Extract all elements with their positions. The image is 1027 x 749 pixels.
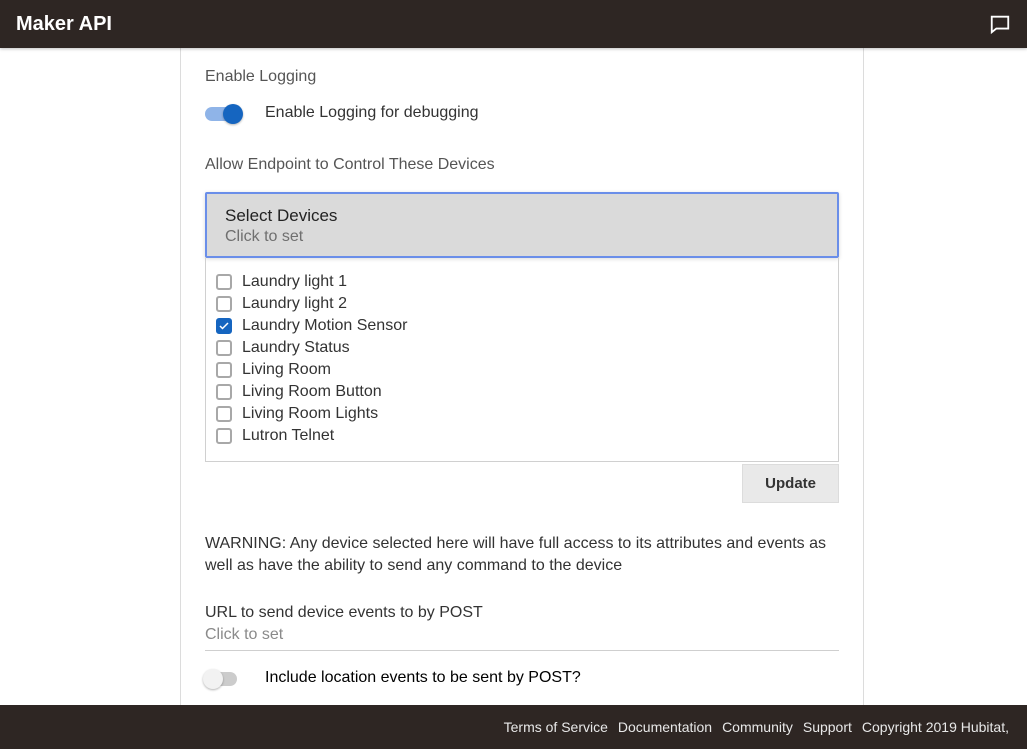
warning-text: WARNING: Any device selected here will h… bbox=[205, 533, 839, 578]
settings-panel: Enable Logging Enable Logging for debugg… bbox=[180, 48, 864, 705]
checkbox[interactable] bbox=[216, 296, 232, 312]
device-item-label: Laundry Status bbox=[242, 339, 350, 357]
enable-logging-toggle[interactable] bbox=[205, 104, 241, 122]
device-item-label: Living Room Lights bbox=[242, 405, 378, 423]
footer-link-terms[interactable]: Terms of Service bbox=[504, 719, 608, 735]
select-devices-sub: Click to set bbox=[225, 228, 819, 246]
device-item-label: Laundry light 2 bbox=[242, 295, 347, 313]
checkbox[interactable] bbox=[216, 428, 232, 444]
footer-copyright: Copyright 2019 Hubitat, bbox=[862, 719, 1009, 735]
device-item[interactable]: Laundry Status bbox=[216, 337, 828, 359]
topbar: Maker API bbox=[0, 0, 1027, 48]
include-location-toggle[interactable] bbox=[205, 669, 241, 687]
select-devices-dropdown[interactable]: Select Devices Click to set bbox=[205, 192, 839, 258]
chat-icon[interactable] bbox=[989, 13, 1011, 35]
device-item[interactable]: Living Room Lights bbox=[216, 403, 828, 425]
device-item[interactable]: Laundry light 2 bbox=[216, 293, 828, 315]
url-post-label: URL to send device events to by POST bbox=[205, 604, 839, 622]
checkbox[interactable] bbox=[216, 362, 232, 378]
footer-link-support[interactable]: Support bbox=[803, 719, 852, 735]
footer-link-documentation[interactable]: Documentation bbox=[618, 719, 712, 735]
checkbox[interactable] bbox=[216, 340, 232, 356]
enable-logging-label: Enable Logging for debugging bbox=[265, 104, 479, 122]
devices-section-header: Allow Endpoint to Control These Devices bbox=[205, 156, 839, 174]
device-item-label: Living Room bbox=[242, 361, 331, 379]
device-item-label: Laundry Motion Sensor bbox=[242, 317, 407, 335]
select-devices-title: Select Devices bbox=[225, 206, 819, 226]
enable-logging-header: Enable Logging bbox=[205, 68, 839, 86]
checkbox[interactable] bbox=[216, 274, 232, 290]
checkbox[interactable] bbox=[216, 318, 232, 334]
device-item-label: Laundry light 1 bbox=[242, 273, 347, 291]
checkbox[interactable] bbox=[216, 406, 232, 422]
footer-link-community[interactable]: Community bbox=[722, 719, 793, 735]
app-title: Maker API bbox=[16, 13, 112, 36]
device-item-label: Living Room Button bbox=[242, 383, 382, 401]
device-list: Laundry light 1 Laundry light 2 Laundry Mo… bbox=[205, 257, 839, 462]
device-item[interactable]: Living Room Button bbox=[216, 381, 828, 403]
update-button[interactable]: Update bbox=[742, 464, 839, 503]
device-item[interactable]: Laundry Motion Sensor bbox=[216, 315, 828, 337]
url-post-input[interactable]: Click to set bbox=[205, 626, 839, 651]
device-item[interactable]: Living Room bbox=[216, 359, 828, 381]
device-item[interactable]: Laundry light 1 bbox=[216, 271, 828, 293]
footer: Terms of Service Documentation Community… bbox=[0, 705, 1027, 749]
include-location-label: Include location events to be sent by PO… bbox=[265, 669, 581, 687]
device-item-label: Lutron Telnet bbox=[242, 427, 334, 445]
device-item[interactable]: Lutron Telnet bbox=[216, 425, 828, 447]
checkbox[interactable] bbox=[216, 384, 232, 400]
